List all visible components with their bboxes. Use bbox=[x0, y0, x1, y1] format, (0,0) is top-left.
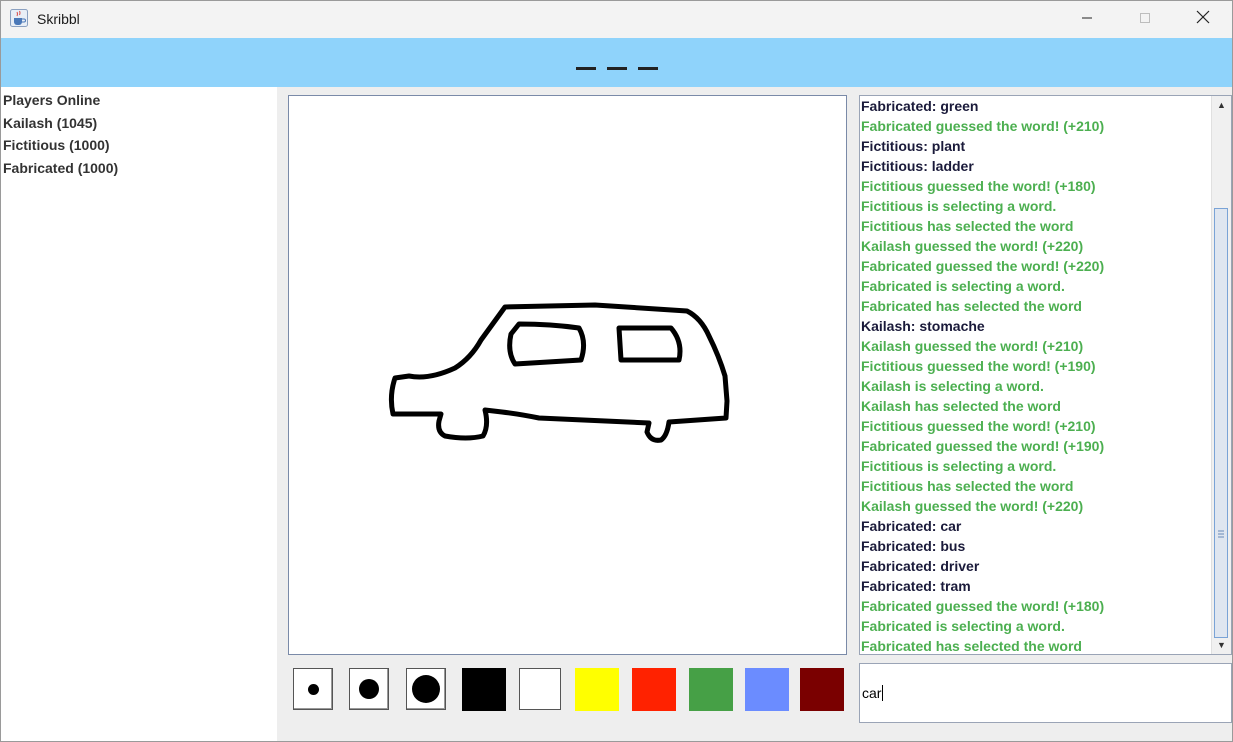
color-swatch[interactable] bbox=[632, 668, 676, 711]
color-swatch[interactable] bbox=[575, 668, 619, 711]
color-swatch[interactable] bbox=[462, 668, 506, 711]
scroll-up-icon[interactable]: ▲ bbox=[1212, 96, 1231, 114]
chat-message: Fabricated guessed the word! (+180) bbox=[861, 598, 1105, 614]
drawing-toolbar bbox=[293, 668, 844, 714]
java-cup-icon bbox=[10, 9, 28, 27]
guess-input[interactable]: car bbox=[859, 663, 1232, 723]
small-dot-icon bbox=[307, 683, 319, 695]
chat-message: Fictitious has selected the word bbox=[861, 478, 1074, 494]
color-swatch[interactable] bbox=[689, 668, 733, 711]
guess-input-value: car bbox=[862, 685, 882, 701]
word-banner bbox=[1, 38, 1232, 87]
chat-message: Fabricated: bus bbox=[861, 538, 966, 554]
chat-message: Kailash guessed the word! (+210) bbox=[861, 338, 1084, 354]
chat-message: Fabricated: green bbox=[861, 98, 979, 114]
medium-dot-icon bbox=[359, 679, 379, 699]
chat-message: Fictitious: ladder bbox=[861, 158, 974, 174]
chat-panel: Fabricated: green Fabricated guessed the … bbox=[859, 95, 1232, 655]
players-header: Players Online bbox=[3, 92, 101, 108]
chat-message: Fabricated has selected the word bbox=[861, 638, 1082, 654]
brush-size-large-button[interactable] bbox=[406, 668, 446, 710]
chat-message: Fictitious is selecting a word. bbox=[861, 458, 1057, 474]
title-bar: Skribbl bbox=[1, 1, 1232, 38]
chat-log: Fabricated: green Fabricated guessed the … bbox=[861, 96, 1211, 654]
window-title: Skribbl bbox=[37, 11, 80, 27]
chat-message: Fictitious is selecting a word. bbox=[861, 198, 1057, 214]
maximize-button[interactable] bbox=[1116, 1, 1174, 38]
chat-message: Fictitious guessed the word! (+210) bbox=[861, 418, 1096, 434]
car-drawing bbox=[388, 302, 730, 443]
maximize-icon bbox=[1139, 11, 1151, 29]
drawing-area bbox=[277, 87, 859, 741]
chat-message: Fictitious has selected the word bbox=[861, 218, 1074, 234]
grip-icon bbox=[1218, 530, 1224, 538]
players-panel: Players Online Kailash (1045) Fictitious… bbox=[1, 87, 277, 741]
color-swatch[interactable] bbox=[519, 668, 561, 710]
large-dot-icon bbox=[412, 675, 440, 703]
brush-size-small-button[interactable] bbox=[293, 668, 333, 710]
app-window: Skribbl Players Online Kailash (1045) Fi… bbox=[0, 0, 1233, 742]
scroll-down-icon[interactable]: ▼ bbox=[1212, 636, 1231, 654]
chat-scrollbar[interactable]: ▲ ▼ bbox=[1211, 96, 1231, 654]
chat-message: Fabricated guessed the word! (+210) bbox=[861, 118, 1105, 134]
chat-message: Fabricated is selecting a word. bbox=[861, 618, 1065, 634]
player-entry: Fabricated (1000) bbox=[3, 160, 119, 176]
player-entry: Fictitious (1000) bbox=[3, 137, 110, 153]
minimize-button[interactable] bbox=[1058, 1, 1116, 38]
chat-message: Kailash is selecting a word. bbox=[861, 378, 1044, 394]
brush-size-medium-button[interactable] bbox=[349, 668, 389, 710]
chat-message: Fabricated: driver bbox=[861, 558, 980, 574]
chat-message: Fabricated: car bbox=[861, 518, 962, 534]
chat-message: Fabricated: tram bbox=[861, 578, 971, 594]
chat-message: Kailash: stomache bbox=[861, 318, 985, 334]
player-entry: Kailash (1045) bbox=[3, 115, 98, 131]
chat-message: Fabricated guessed the word! (+190) bbox=[861, 438, 1105, 454]
letter-blank bbox=[606, 67, 627, 70]
drawing-canvas[interactable] bbox=[288, 95, 847, 655]
chat-message: Kailash has selected the word bbox=[861, 398, 1061, 414]
chat-message: Kailash guessed the word! (+220) bbox=[861, 238, 1084, 254]
chat-message: Fabricated is selecting a word. bbox=[861, 278, 1065, 294]
close-icon bbox=[1196, 10, 1210, 29]
color-swatch[interactable] bbox=[800, 668, 844, 711]
chat-message: Fabricated guessed the word! (+220) bbox=[861, 258, 1105, 274]
chat-message: Fictitious guessed the word! (+180) bbox=[861, 178, 1096, 194]
close-button[interactable] bbox=[1174, 1, 1232, 38]
letter-blank bbox=[575, 67, 596, 70]
word-hint bbox=[1, 67, 1232, 70]
scrollbar-thumb[interactable] bbox=[1214, 208, 1228, 638]
letter-blank bbox=[637, 67, 658, 70]
chat-message: Fictitious guessed the word! (+190) bbox=[861, 358, 1096, 374]
minimize-icon bbox=[1081, 11, 1093, 29]
chat-message: Kailash guessed the word! (+220) bbox=[861, 498, 1084, 514]
text-caret bbox=[882, 685, 884, 701]
chat-message: Fabricated has selected the word bbox=[861, 298, 1082, 314]
color-swatch[interactable] bbox=[745, 668, 789, 711]
chat-message: Fictitious: plant bbox=[861, 138, 966, 154]
